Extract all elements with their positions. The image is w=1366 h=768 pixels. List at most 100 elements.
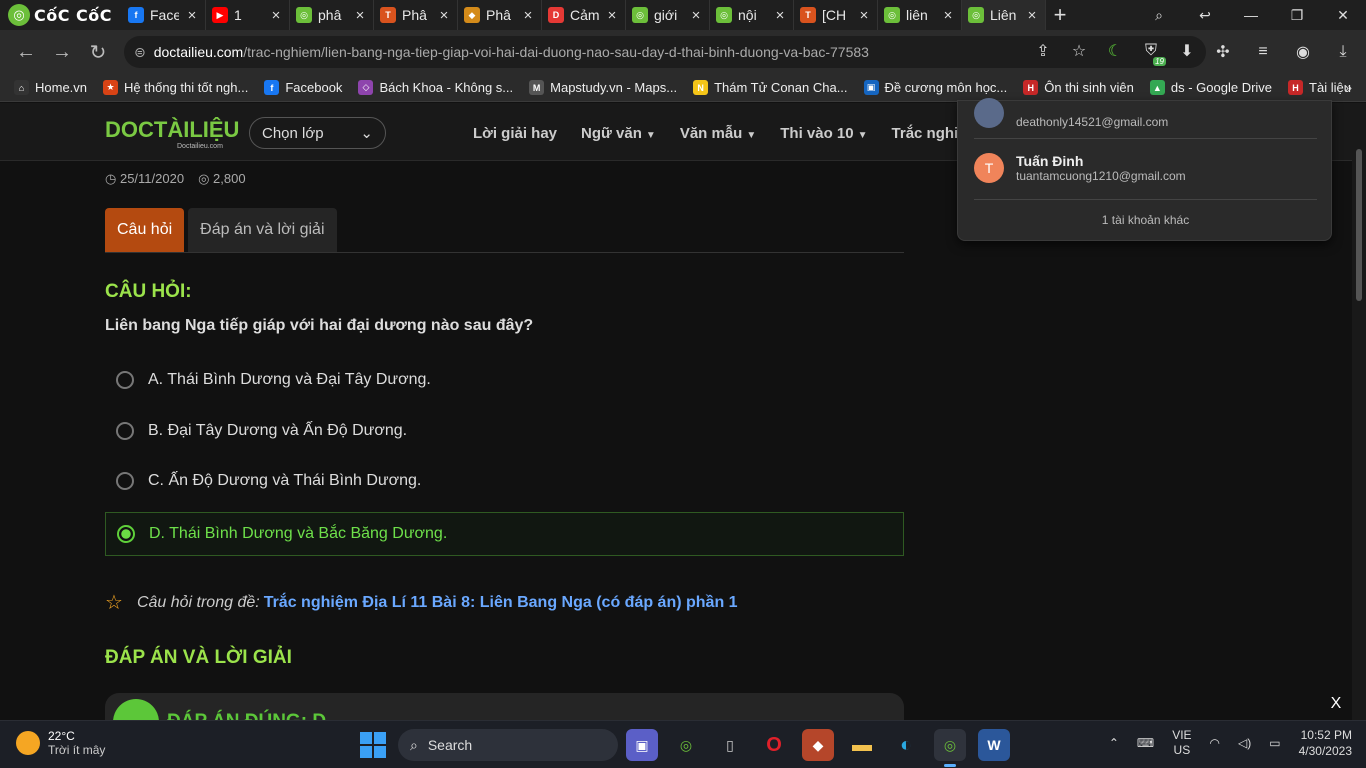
close-tab-icon[interactable]: × bbox=[689, 7, 703, 24]
close-tab-icon[interactable]: × bbox=[1025, 7, 1039, 24]
close-tab-icon[interactable]: × bbox=[185, 7, 199, 24]
class-select-dropdown[interactable]: Chọn lớp ⌄ bbox=[249, 117, 386, 149]
volume-icon[interactable]: ◁) bbox=[1238, 736, 1251, 750]
bookmark-item[interactable]: H Tài liệu bbox=[1288, 80, 1351, 95]
radio-button[interactable] bbox=[116, 371, 134, 389]
minimize-button[interactable]: — bbox=[1228, 7, 1274, 23]
taskbar-search[interactable]: ⌕ Search bbox=[398, 729, 618, 761]
browser-tab[interactable]: ◎ phâ × bbox=[290, 0, 374, 30]
tab-search-icon[interactable]: ⌕ bbox=[1136, 7, 1182, 24]
teams-chat-icon[interactable]: ▣ bbox=[626, 729, 658, 761]
coccoc-app-icon[interactable]: ◎ bbox=[670, 729, 702, 761]
close-tab-icon[interactable]: × bbox=[437, 7, 451, 24]
opera-icon[interactable]: O bbox=[758, 729, 790, 761]
windows-start-icon[interactable] bbox=[360, 732, 386, 758]
phone-link-icon[interactable]: ▯ bbox=[714, 729, 746, 761]
bookmark-item[interactable]: N Thám Tử Conan Cha... bbox=[693, 80, 848, 95]
bookmark-item[interactable]: ▲ ds - Google Drive bbox=[1149, 80, 1272, 95]
close-tab-icon[interactable]: × bbox=[773, 7, 787, 24]
close-tab-icon[interactable]: × bbox=[605, 7, 619, 24]
browser-tab[interactable]: T Phâ × bbox=[374, 0, 458, 30]
radio-button[interactable] bbox=[116, 472, 134, 490]
coccoc-active-icon[interactable]: ◎ bbox=[934, 729, 966, 767]
bookmark-item[interactable]: M Mapstudy.vn - Maps... bbox=[529, 80, 677, 95]
page-scrollbar[interactable] bbox=[1352, 103, 1366, 720]
bookmark-item[interactable]: ★ Hệ thống thi tốt ngh... bbox=[103, 80, 248, 95]
reading-list-icon[interactable]: ≡ bbox=[1250, 40, 1276, 64]
browser-tab[interactable]: ◆ Phâ × bbox=[458, 0, 542, 30]
tab-title: giới bbox=[654, 7, 678, 23]
word-icon[interactable]: W bbox=[978, 729, 1010, 761]
keyboard-icon[interactable]: ⌨ bbox=[1137, 736, 1154, 750]
profile-icon[interactable]: ◉ bbox=[1290, 40, 1316, 64]
weather-widget[interactable]: 22°C Trời ít mây bbox=[16, 729, 105, 757]
nav-item[interactable]: Thi vào 10 ▼ bbox=[780, 125, 867, 142]
browser-tab[interactable]: ◎ giới × bbox=[626, 0, 710, 30]
dark-mode-moon-icon[interactable]: ☾ bbox=[1104, 40, 1126, 62]
clock[interactable]: 10:52 PM 4/30/2023 bbox=[1299, 727, 1352, 759]
bookmarks-more-icon[interactable]: » bbox=[1345, 80, 1352, 95]
site-logo[interactable]: DOCTÀILIỆU Doctailieu.com bbox=[105, 117, 239, 150]
browser-tab[interactable]: D Cảm × bbox=[542, 0, 626, 30]
source-link[interactable]: Trắc nghiệm Địa Lí 11 Bài 8: Liên Bang N… bbox=[264, 594, 738, 612]
browser-tab[interactable]: ◎ nội × bbox=[710, 0, 794, 30]
nav-item[interactable]: Ngữ văn ▼ bbox=[581, 125, 656, 142]
tray-overflow-chevron-icon[interactable]: ⌃ bbox=[1109, 736, 1119, 750]
tab-back-icon[interactable]: ↩ bbox=[1182, 7, 1228, 24]
site-info-icon[interactable]: ⊜ bbox=[134, 44, 146, 61]
account-item-1[interactable]: deathonly14521@gmail.com bbox=[974, 97, 1168, 129]
radio-button[interactable] bbox=[116, 422, 134, 440]
answer-option[interactable]: B. Đại Tây Dương và Ấn Độ Dương. bbox=[105, 409, 904, 453]
bookmark-item[interactable]: ▣ Đề cương môn học... bbox=[863, 80, 1007, 95]
close-tab-icon[interactable]: × bbox=[353, 7, 367, 24]
close-tab-icon[interactable]: × bbox=[857, 7, 871, 24]
back-arrow-icon[interactable]: ← bbox=[8, 41, 44, 64]
browser-menu-button[interactable]: ◎ CốC CốC bbox=[0, 0, 122, 30]
more-accounts-link[interactable]: 1 tài khoản khác bbox=[958, 213, 1333, 227]
close-tab-icon[interactable]: × bbox=[521, 7, 535, 24]
download-page-icon[interactable]: ⬇ bbox=[1176, 40, 1198, 62]
close-tab-icon[interactable]: × bbox=[269, 7, 283, 24]
bookmark-item[interactable]: ◇ Bách Khoa - Không s... bbox=[358, 80, 513, 95]
bookmark-star-icon[interactable]: ☆ bbox=[1068, 40, 1090, 62]
downloads-icon[interactable]: ⤓ bbox=[1330, 40, 1356, 64]
answer-option[interactable]: D. Thái Bình Dương và Bắc Băng Dương. bbox=[105, 512, 904, 556]
bookmark-item[interactable]: ⌂ Home.vn bbox=[14, 80, 87, 95]
tab-favicon-icon: ◎ bbox=[968, 7, 984, 23]
account-item-2[interactable]: T Tuấn Đinh tuantamcuong1210@gmail.com bbox=[974, 153, 1186, 183]
scrollbar-thumb[interactable] bbox=[1356, 149, 1362, 301]
nav-item[interactable]: Lời giải hay bbox=[473, 125, 557, 142]
bookmark-item[interactable]: H Ôn thi sinh viên bbox=[1023, 80, 1134, 95]
browser-tab[interactable]: ◎ liên × bbox=[878, 0, 962, 30]
share-icon[interactable]: ⇪ bbox=[1032, 40, 1054, 62]
adblock-shield-icon[interactable]: ⛨ 19 bbox=[1140, 40, 1166, 66]
tab-answer[interactable]: Đáp án và lời giải bbox=[188, 208, 337, 252]
extensions-puzzle-icon[interactable]: ✣ bbox=[1210, 40, 1236, 64]
browser-tab[interactable]: ▶ 1 × bbox=[206, 0, 290, 30]
ad-close-button[interactable]: X bbox=[1322, 690, 1350, 718]
answer-option[interactable]: C. Ấn Độ Dương và Thái Bình Dương. bbox=[105, 459, 904, 503]
bookmark-item[interactable]: f Facebook bbox=[264, 80, 342, 95]
wifi-icon[interactable]: ◠ bbox=[1210, 736, 1220, 750]
post-views-text: 2,800 bbox=[213, 171, 246, 186]
tab-favicon-icon: ◎ bbox=[296, 7, 312, 23]
question-heading: CÂU HỎI: bbox=[105, 281, 192, 302]
game-app-icon[interactable]: ◆ bbox=[802, 729, 834, 761]
forward-arrow-icon[interactable]: → bbox=[44, 41, 80, 64]
battery-icon[interactable]: ▭ bbox=[1269, 736, 1280, 750]
edge-icon[interactable]: ◐ bbox=[890, 729, 922, 761]
browser-tab[interactable]: T [CH × bbox=[794, 0, 878, 30]
maximize-button[interactable]: ❐ bbox=[1274, 7, 1320, 24]
close-window-button[interactable]: ✕ bbox=[1320, 7, 1366, 24]
answer-option[interactable]: A. Thái Bình Dương và Đại Tây Dương. bbox=[105, 358, 904, 402]
language-indicator[interactable]: VIE US bbox=[1172, 728, 1191, 758]
nav-item[interactable]: Văn mẫu ▼ bbox=[680, 125, 756, 142]
close-tab-icon[interactable]: × bbox=[941, 7, 955, 24]
reload-icon[interactable]: ↻ bbox=[80, 40, 116, 65]
new-tab-button[interactable]: + bbox=[1046, 2, 1074, 28]
browser-tab[interactable]: ◎ Liên × bbox=[962, 0, 1046, 30]
browser-tab[interactable]: f Face × bbox=[122, 0, 206, 30]
file-explorer-icon[interactable]: ▬ bbox=[846, 729, 878, 761]
radio-button[interactable] bbox=[117, 525, 135, 543]
tab-question[interactable]: Câu hỏi bbox=[105, 208, 185, 252]
